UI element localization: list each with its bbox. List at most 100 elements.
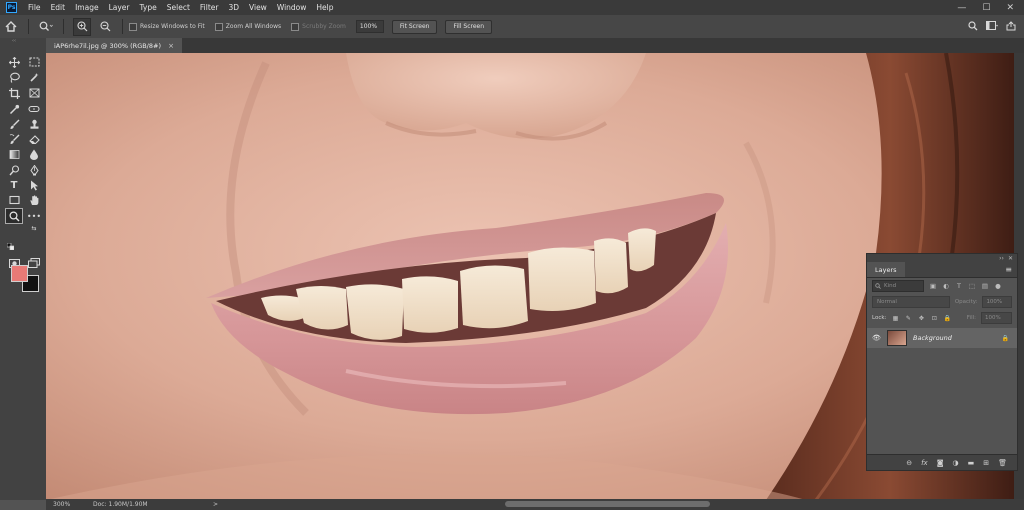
- filter-toggle-icon[interactable]: ●: [994, 282, 1002, 290]
- crop-tool-icon[interactable]: [6, 86, 22, 100]
- fill-field[interactable]: 100%: [981, 312, 1012, 324]
- panel-collapse-icon[interactable]: ‹‹: [6, 38, 22, 44]
- menu-type[interactable]: Type: [135, 3, 162, 12]
- rectangle-tool-icon[interactable]: [6, 193, 22, 207]
- screen-mode-icon[interactable]: [26, 256, 42, 270]
- hand-tool-icon[interactable]: [26, 193, 42, 207]
- object-selection-icon[interactable]: [26, 70, 42, 84]
- zoom-tool-preset-icon[interactable]: [38, 19, 54, 35]
- panel-menu-icon[interactable]: ≡: [1005, 265, 1012, 274]
- move-tool-icon[interactable]: [6, 55, 22, 69]
- scrubby-zoom-checkbox[interactable]: Scrubby Zoom: [291, 22, 346, 31]
- zoom-tool-icon[interactable]: [5, 208, 23, 224]
- zoom-out-icon[interactable]: [97, 19, 113, 35]
- menu-window[interactable]: Window: [272, 3, 312, 12]
- rectangular-marquee-icon[interactable]: [26, 55, 42, 69]
- menu-filter[interactable]: Filter: [195, 3, 224, 12]
- swap-colors-icon[interactable]: ⇆: [30, 224, 38, 232]
- lasso-tool-icon[interactable]: [6, 70, 22, 84]
- delete-layer-icon[interactable]: 🗑: [998, 459, 1007, 467]
- pixel-filter-icon[interactable]: ▣: [929, 282, 937, 290]
- default-colors-icon[interactable]: [6, 242, 14, 250]
- home-icon[interactable]: [3, 19, 19, 35]
- menu-view[interactable]: View: [244, 3, 272, 12]
- options-bar: Resize Windows to Fit Zoom All Windows S…: [0, 15, 1024, 39]
- visibility-eye-icon[interactable]: 👁: [872, 334, 881, 342]
- fill-screen-button[interactable]: Fill Screen: [445, 19, 493, 34]
- smart-object-filter-icon[interactable]: ▤: [981, 282, 989, 290]
- menu-help[interactable]: Help: [311, 3, 338, 12]
- search-icon[interactable]: [968, 20, 978, 33]
- type-filter-icon[interactable]: T: [955, 282, 963, 290]
- zoom-percent-field[interactable]: 100%: [355, 20, 384, 33]
- zoom-in-icon[interactable]: [73, 17, 91, 36]
- opacity-field[interactable]: 100%: [982, 296, 1012, 308]
- close-panel-icon[interactable]: ✕: [1008, 255, 1013, 262]
- photoshop-logo: Ps: [6, 2, 17, 13]
- pen-tool-icon[interactable]: [26, 163, 42, 177]
- history-brush-icon[interactable]: [6, 132, 22, 146]
- zoom-all-windows-checkbox[interactable]: Zoom All Windows: [214, 22, 281, 31]
- checkbox-box[interactable]: [129, 22, 137, 31]
- document-title: iAP6rhe7il.jpg @ 300% (RGB/8#): [54, 41, 161, 50]
- gradient-tool-icon[interactable]: [6, 147, 22, 161]
- foreground-color-swatch[interactable]: [11, 265, 28, 282]
- menu-3d[interactable]: 3D: [223, 3, 244, 12]
- filter-row: Kind ▣ ◐ T ⬚ ▤ ●: [867, 278, 1017, 294]
- add-mask-icon[interactable]: ◙: [937, 459, 944, 467]
- workspace-icon[interactable]: [986, 20, 999, 33]
- kind-filter-dropdown[interactable]: Kind: [872, 280, 924, 292]
- spot-healing-brush-icon[interactable]: [26, 102, 42, 116]
- type-tool-icon[interactable]: T: [6, 178, 22, 192]
- path-selection-icon[interactable]: [26, 178, 42, 192]
- lock-artboard-icon[interactable]: ⊡: [930, 315, 938, 322]
- lock-transparent-icon[interactable]: ▦: [891, 315, 899, 322]
- tab-layers[interactable]: Layers: [867, 262, 905, 277]
- resize-windows-checkbox[interactable]: Resize Windows to Fit: [129, 22, 205, 31]
- checkbox-box[interactable]: [291, 22, 300, 31]
- shape-filter-icon[interactable]: ⬚: [968, 282, 976, 290]
- layer-row-background[interactable]: 👁 Background 🔒: [867, 328, 1017, 348]
- blend-mode-dropdown[interactable]: Normal: [872, 296, 950, 308]
- menu-file[interactable]: File: [23, 3, 46, 12]
- fit-screen-button[interactable]: Fit Screen: [391, 19, 438, 34]
- close-document-icon[interactable]: ×: [168, 42, 174, 50]
- layer-thumbnail: [887, 330, 907, 346]
- minimize-button[interactable]: —: [957, 3, 966, 13]
- blur-tool-icon[interactable]: [26, 147, 42, 161]
- share-icon[interactable]: [1006, 20, 1016, 33]
- status-menu-arrow[interactable]: >: [213, 501, 218, 508]
- separator: [28, 19, 29, 34]
- clone-stamp-icon[interactable]: [26, 117, 42, 131]
- lock-pixels-icon[interactable]: ✎: [904, 315, 912, 322]
- layer-style-icon[interactable]: fx: [921, 459, 928, 467]
- more-tools-icon[interactable]: •••: [26, 209, 42, 223]
- link-layers-icon[interactable]: ⊖: [906, 459, 912, 467]
- menu-select[interactable]: Select: [162, 3, 195, 12]
- separator: [122, 19, 123, 34]
- panel-top-strip: ›› ✕: [867, 254, 1017, 262]
- menu-image[interactable]: Image: [70, 3, 104, 12]
- checkbox-box[interactable]: [214, 22, 223, 31]
- adjustment-layer-icon[interactable]: ◑: [953, 459, 959, 467]
- new-layer-icon[interactable]: ⊞: [983, 459, 989, 467]
- close-button[interactable]: ✕: [1006, 3, 1014, 13]
- lock-all-icon[interactable]: 🔒: [943, 315, 951, 322]
- brush-tool-icon[interactable]: [6, 117, 22, 131]
- new-group-icon[interactable]: ▬: [968, 459, 975, 467]
- eraser-icon[interactable]: [26, 132, 42, 146]
- collapse-panel-icon[interactable]: ››: [999, 255, 1004, 262]
- dodge-tool-icon[interactable]: [6, 163, 22, 177]
- tools-panel: ‹‹ T ••• ⇆: [0, 38, 47, 500]
- menu-layer[interactable]: Layer: [104, 3, 135, 12]
- options-right-icons: [968, 20, 1024, 33]
- menu-edit[interactable]: Edit: [46, 3, 71, 12]
- zoom-level[interactable]: 300%: [46, 501, 93, 508]
- eyedropper-icon[interactable]: [6, 102, 22, 116]
- maximize-button[interactable]: ☐: [982, 3, 990, 13]
- adjustment-filter-icon[interactable]: ◐: [942, 282, 950, 290]
- horizontal-scrollbar-thumb[interactable]: [505, 501, 710, 507]
- frame-tool-icon[interactable]: [26, 86, 42, 100]
- document-tab[interactable]: iAP6rhe7il.jpg @ 300% (RGB/8#) ×: [46, 38, 182, 54]
- lock-position-icon[interactable]: ✥: [917, 315, 925, 322]
